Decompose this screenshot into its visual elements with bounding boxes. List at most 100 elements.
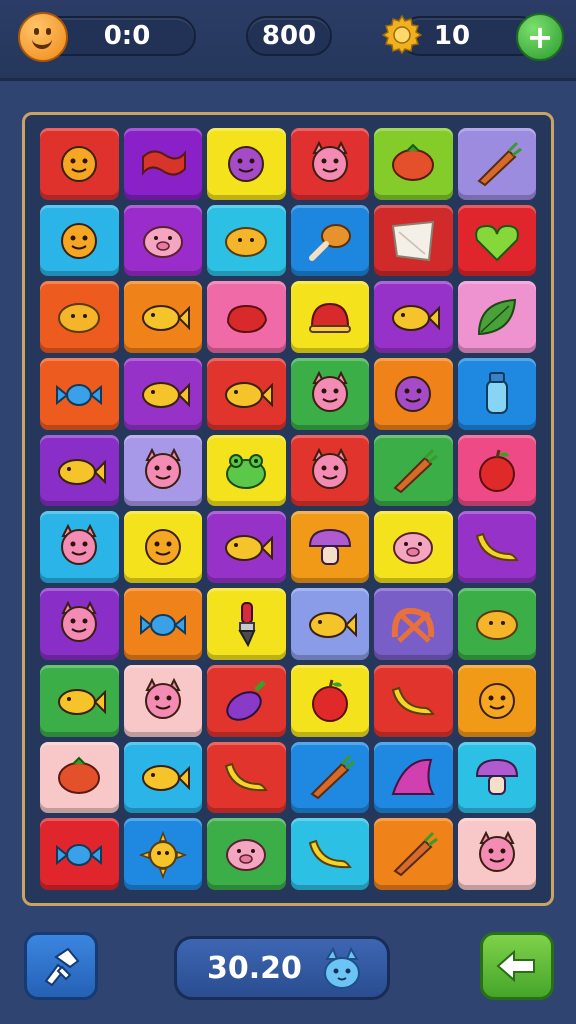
tile[interactable] [290,434,369,507]
tile[interactable] [207,511,286,584]
tile[interactable] [290,511,369,584]
tile[interactable] [40,204,119,277]
fin-icon [391,759,435,796]
tile[interactable] [123,511,202,584]
blob-icon [395,375,432,412]
fish-icon [58,458,107,485]
tile[interactable] [207,818,286,890]
tile[interactable] [374,204,453,277]
tile[interactable] [290,281,369,354]
add-button[interactable]: + [516,13,564,61]
tile[interactable] [40,358,119,430]
tile[interactable] [457,664,536,737]
tile[interactable] [457,434,536,507]
lemon-icon [475,610,518,641]
score-text: 0:0 [103,21,151,51]
tile[interactable] [290,204,369,277]
fish-icon [141,305,190,332]
meat-icon [227,305,268,334]
pig-icon [393,532,434,565]
tile[interactable] [374,664,453,737]
lemon-icon [225,226,268,257]
tile[interactable] [40,281,119,354]
tile[interactable] [207,358,286,430]
coin-face-icon [18,12,68,62]
tile[interactable] [123,358,202,430]
tile[interactable] [40,741,119,814]
tile[interactable] [374,818,453,890]
tile[interactable] [374,741,453,814]
lemon-icon [58,303,101,334]
carrot-icon [393,448,439,493]
tile[interactable] [123,741,202,814]
tile[interactable] [457,204,536,277]
tile[interactable] [123,204,202,277]
pig-icon [226,839,267,872]
blob-icon [228,145,265,182]
tile[interactable] [123,281,202,354]
tile[interactable] [290,664,369,737]
back-arrow-button[interactable] [480,932,554,1000]
eggplant-icon [226,679,267,721]
banana-icon [475,533,519,562]
tile[interactable] [40,511,119,584]
brush-icon [238,602,256,648]
tile[interactable] [457,588,536,660]
fish-icon [225,535,274,562]
tile[interactable] [374,281,453,354]
tile[interactable] [374,358,453,430]
tile[interactable] [374,588,453,660]
tile[interactable] [207,588,286,660]
tile[interactable] [457,128,536,200]
tile[interactable] [40,588,119,660]
tile[interactable] [374,128,453,200]
cat-icon [144,447,181,489]
tile[interactable] [123,128,202,200]
tile[interactable] [40,664,119,737]
cat-icon [61,524,98,566]
tile[interactable] [290,358,369,430]
tile[interactable] [123,434,202,507]
pig-icon [142,225,183,258]
hammer-tool-button[interactable] [24,932,98,1000]
tile[interactable] [457,358,536,430]
tile[interactable] [40,434,119,507]
heart-icon [474,224,519,261]
tile[interactable] [290,128,369,200]
cake-icon [308,303,351,334]
tile[interactable] [207,204,286,277]
tile[interactable] [123,818,202,890]
tile[interactable] [290,741,369,814]
tile[interactable] [457,741,536,814]
frog-icon [226,453,267,489]
tile[interactable] [40,818,119,890]
gear-count-text: 10 [433,21,471,51]
tile[interactable] [207,741,286,814]
blue-cat-icon [324,946,360,989]
tile[interactable] [457,818,536,890]
tile[interactable] [207,434,286,507]
tile[interactable] [290,588,369,660]
fish-icon [308,612,357,639]
tile[interactable] [207,281,286,354]
bottle-icon [485,371,508,414]
tile[interactable] [207,664,286,737]
candy-icon [56,383,103,406]
tile[interactable] [123,664,202,737]
apple-icon [478,449,515,492]
carrot-icon [477,141,522,187]
fish-icon [392,305,441,332]
center-value-text: 800 [261,21,317,51]
candy-icon [56,844,103,867]
fish-icon [141,381,190,408]
cat-icon [61,600,98,643]
tile[interactable] [457,511,536,584]
tile[interactable] [123,588,202,660]
banana-icon [308,839,352,869]
tile[interactable] [290,818,369,890]
tile[interactable] [40,128,119,200]
tile[interactable] [374,511,453,584]
tile[interactable] [457,281,536,354]
tile[interactable] [207,128,286,200]
tile[interactable] [374,434,453,507]
